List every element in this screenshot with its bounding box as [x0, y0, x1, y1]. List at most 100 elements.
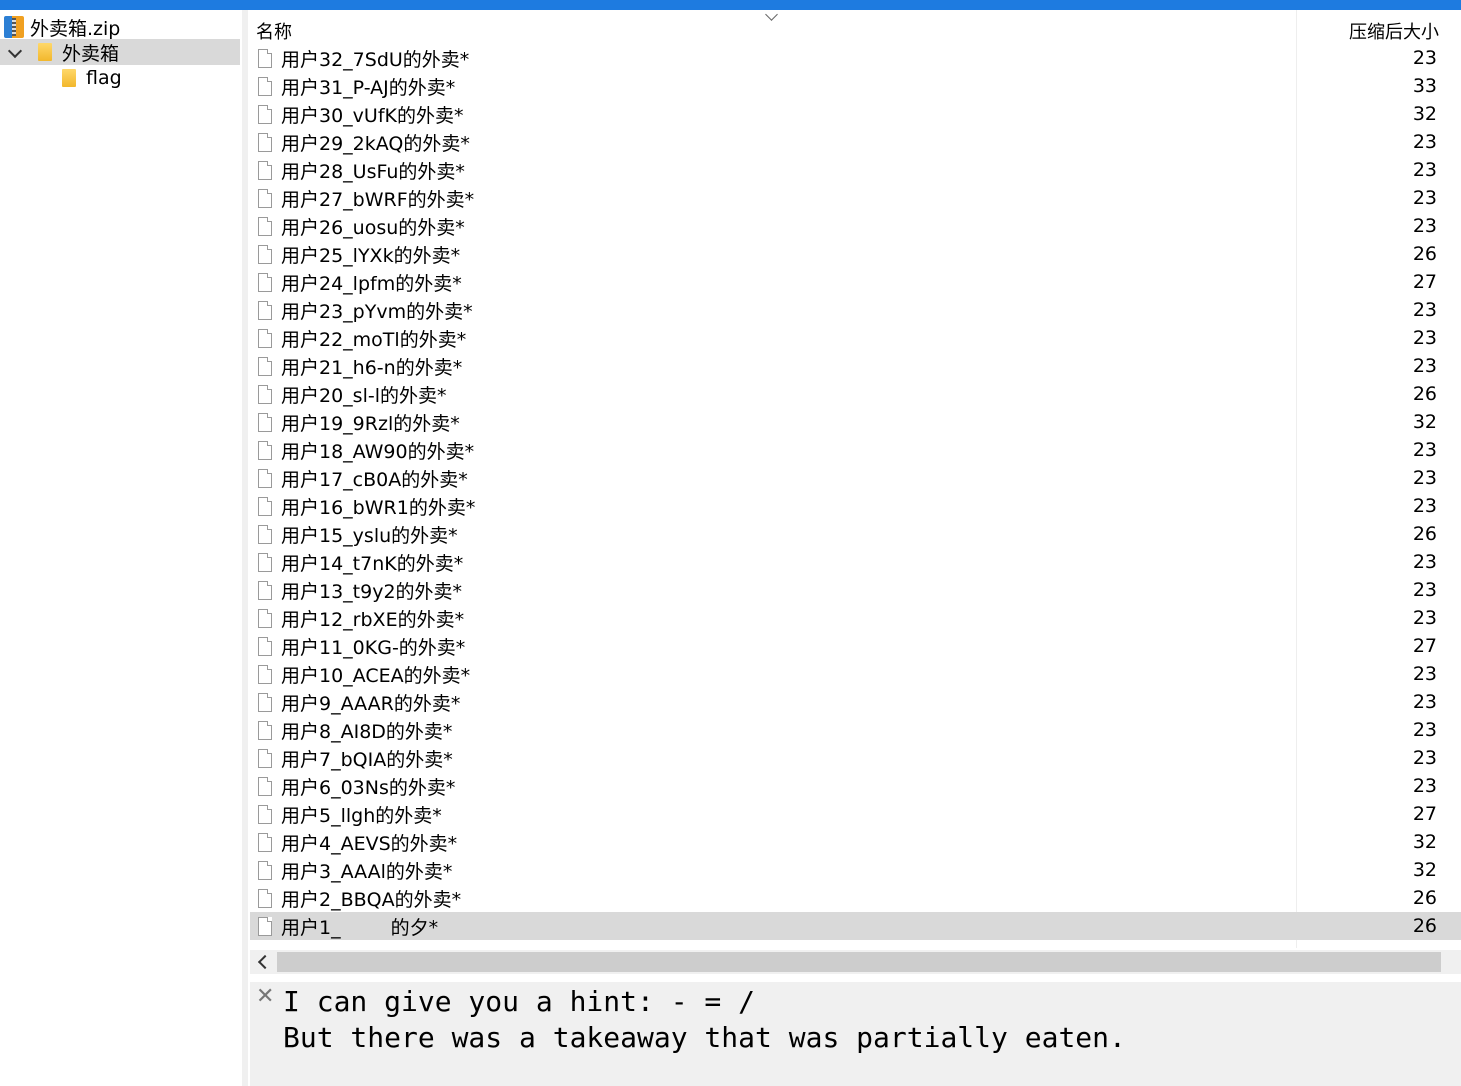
file-icon	[258, 328, 272, 348]
table-row[interactable]: 用户8_AI8D的外卖* 23	[250, 716, 1461, 744]
table-row[interactable]: 用户14_t7nK的外卖* 23	[250, 548, 1461, 576]
table-row[interactable]: 用户24_lpfm的外卖* 27	[250, 268, 1461, 296]
column-header-size[interactable]: 压缩后大小	[1349, 18, 1439, 44]
table-row[interactable]: 用户11_0KG-的外卖* 27	[250, 632, 1461, 660]
file-name: 用户21_h6-n的外卖*	[281, 356, 463, 379]
file-name: 用户14_t7nK的外卖*	[281, 552, 464, 575]
file-size: 23	[1412, 299, 1437, 321]
file-size: 23	[1412, 775, 1437, 797]
close-icon[interactable]: ✕	[256, 984, 274, 1009]
table-row[interactable]: 用户19_9Rzl的外卖* 32	[250, 408, 1461, 436]
table-row[interactable]: 用户12_rbXE的外卖* 23	[250, 604, 1461, 632]
table-row[interactable]: 用户3_AAAl的外卖* 32	[250, 856, 1461, 884]
column-header-name[interactable]: 名称	[256, 18, 292, 44]
file-icon	[258, 412, 272, 432]
table-row[interactable]: 用户15_yslu的外卖* 26	[250, 520, 1461, 548]
horizontal-scrollbar[interactable]	[250, 950, 1461, 974]
file-icon	[258, 776, 272, 796]
pane-splitter[interactable]	[242, 10, 248, 1086]
file-name: 用户10_ACEA的外卖*	[281, 664, 471, 687]
tree-item-archive[interactable]: 外卖箱.zip	[0, 14, 242, 40]
file-rows: 用户32_7SdU的外卖* 23 用户31_P-AJ的外卖* 33 用户30_vUfK的…	[250, 44, 1461, 940]
table-row[interactable]: 用户31_P-AJ的外卖* 33	[250, 72, 1461, 100]
file-name: 用户6_03Ns的外卖*	[281, 776, 456, 799]
file-icon	[258, 608, 272, 628]
file-name: 用户26_uosu的外卖*	[281, 216, 465, 239]
file-size: 23	[1412, 747, 1437, 769]
chevron-down-icon[interactable]	[8, 45, 22, 59]
table-row[interactable]: 用户17_cB0A的外卖* 23	[250, 464, 1461, 492]
tree-item-folder-label: 外卖箱	[62, 42, 120, 65]
hint-line-2: But there was a takeaway that was partia…	[283, 1021, 1126, 1054]
list-header: 名称 压缩后大小	[250, 8, 1461, 46]
table-row[interactable]: 用户29_2kAQ的外卖* 23	[250, 128, 1461, 156]
file-size: 23	[1412, 439, 1437, 461]
table-row[interactable]: 用户9_AAAR的外卖* 23	[250, 688, 1461, 716]
file-name: 用户4_AEVS的外卖*	[281, 832, 458, 855]
file-name: 用户23_pYvm的外卖*	[281, 300, 473, 323]
table-row[interactable]: 用户2_BBQA的外卖* 26	[250, 884, 1461, 912]
file-name: 用户20_sl-l的外卖*	[281, 384, 447, 407]
file-size: 23	[1412, 607, 1437, 629]
tree-item-folder[interactable]: 外卖箱	[0, 39, 240, 65]
file-size: 33	[1412, 75, 1437, 97]
scrollbar-thumb[interactable]	[277, 952, 1441, 972]
table-row[interactable]: 用户23_pYvm的外卖* 23	[250, 296, 1461, 324]
file-name: 用户27_bWRF的外卖*	[281, 188, 475, 211]
table-row[interactable]: 用户18_AW90的外卖* 23	[250, 436, 1461, 464]
file-size: 23	[1412, 187, 1437, 209]
file-icon	[258, 720, 272, 740]
table-row[interactable]: 用户5_llgh的外卖* 27	[250, 800, 1461, 828]
file-icon	[258, 888, 272, 908]
file-size: 23	[1412, 159, 1437, 181]
table-row[interactable]: 用户26_uosu的外卖* 23	[250, 212, 1461, 240]
file-icon	[258, 160, 272, 180]
zip-archive-icon	[4, 16, 24, 38]
table-row[interactable]: 用户28_UsFu的外卖* 23	[250, 156, 1461, 184]
file-name: 用户8_AI8D的外卖*	[281, 720, 453, 743]
table-row[interactable]: 用户7_bQIA的外卖* 23	[250, 744, 1461, 772]
file-icon	[258, 244, 272, 264]
file-size: 32	[1412, 103, 1437, 125]
file-size: 26	[1412, 887, 1437, 909]
file-size: 23	[1412, 327, 1437, 349]
file-icon	[258, 832, 272, 852]
folder-icon	[38, 43, 52, 61]
file-size: 27	[1412, 271, 1437, 293]
table-row[interactable]: 用户22_moTl的外卖* 23	[250, 324, 1461, 352]
table-row[interactable]: 用户16_bWR1的外卖* 23	[250, 492, 1461, 520]
table-row[interactable]: 用户21_h6-n的外卖* 23	[250, 352, 1461, 380]
file-name: 用户18_AW90的外卖*	[281, 440, 475, 463]
file-icon	[258, 916, 272, 936]
file-name: 用户13_t9y2的外卖*	[281, 580, 463, 603]
file-icon	[258, 76, 272, 96]
file-name: 用户25_lYXk的外卖*	[281, 244, 461, 267]
file-size: 23	[1412, 215, 1437, 237]
table-row[interactable]: 用户4_AEVS的外卖* 32	[250, 828, 1461, 856]
tree-item-subfolder[interactable]: flag	[0, 65, 242, 91]
file-size: 23	[1412, 691, 1437, 713]
table-row[interactable]: 用户25_lYXk的外卖* 26	[250, 240, 1461, 268]
hint-line-1: I can give you a hint: - = /	[283, 985, 756, 1018]
tree-item-subfolder-label: flag	[86, 67, 122, 89]
table-row-selected[interactable]: 用户1_ 的夕* 26	[250, 912, 1461, 940]
file-size: 23	[1412, 579, 1437, 601]
table-row[interactable]: 用户13_t9y2的外卖* 23	[250, 576, 1461, 604]
file-list: 名称 压缩后大小 用户32_7SdU的外卖* 23 用户31_P-AJ的外卖* 33 用…	[250, 8, 1461, 948]
file-icon	[258, 468, 272, 488]
table-row[interactable]: 用户6_03Ns的外卖* 23	[250, 772, 1461, 800]
file-name: 用户22_moTl的外卖*	[281, 328, 467, 351]
table-row[interactable]: 用户10_ACEA的外卖* 23	[250, 660, 1461, 688]
table-row[interactable]: 用户30_vUfK的外卖* 32	[250, 100, 1461, 128]
file-size: 26	[1412, 383, 1437, 405]
table-row[interactable]: 用户32_7SdU的外卖* 23	[250, 44, 1461, 72]
file-icon	[258, 748, 272, 768]
file-icon	[258, 664, 272, 684]
file-name: 用户29_2kAQ的外卖*	[281, 132, 470, 155]
table-row[interactable]: 用户27_bWRF的外卖* 23	[250, 184, 1461, 212]
file-size: 23	[1412, 551, 1437, 573]
scroll-left-icon[interactable]	[257, 954, 273, 970]
file-name-part-2: 的夕*	[390, 916, 439, 939]
table-row[interactable]: 用户20_sl-l的外卖* 26	[250, 380, 1461, 408]
file-size: 32	[1412, 411, 1437, 433]
